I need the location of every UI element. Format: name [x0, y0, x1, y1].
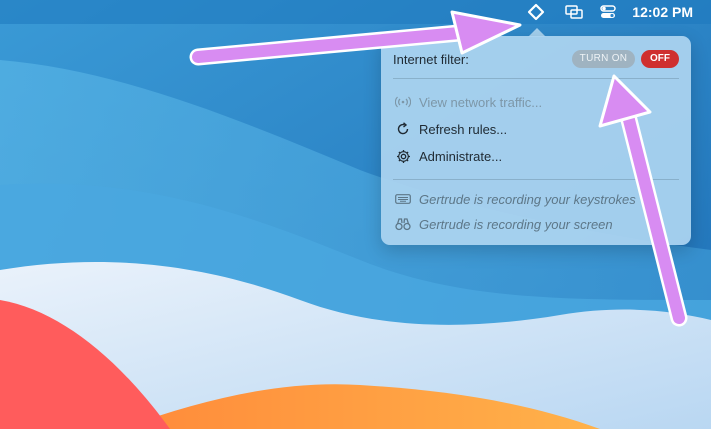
- internet-filter-label: Internet filter:: [393, 52, 469, 67]
- diamond-icon: [527, 3, 545, 21]
- menu-separator: [393, 78, 679, 79]
- gear-icon: [395, 148, 411, 164]
- keyboard-icon: [395, 191, 411, 207]
- screen-mirroring-button[interactable]: [564, 0, 584, 24]
- refresh-rules-item[interactable]: Refresh rules...: [395, 119, 507, 139]
- view-network-traffic-item[interactable]: View network traffic...: [395, 92, 542, 112]
- administrate-label: Administrate...: [419, 148, 503, 164]
- screen-mirroring-icon: [565, 5, 583, 19]
- refresh-rules-label: Refresh rules...: [419, 121, 508, 137]
- view-network-traffic-label: View network traffic...: [419, 94, 543, 110]
- screen-recording-status: Gertrude is recording your screen: [395, 214, 613, 234]
- keystroke-recording-label: Gertrude is recording your keystrokes: [419, 191, 636, 207]
- menu-separator: [393, 179, 679, 180]
- menu-bar-clock[interactable]: 12:02 PM: [632, 0, 693, 24]
- app-menu-extra-button[interactable]: [526, 0, 546, 24]
- keystroke-recording-status: Gertrude is recording your keystrokes: [395, 189, 639, 209]
- control-center-icon: [600, 5, 616, 18]
- screen-recording-label: Gertrude is recording your screen: [419, 216, 613, 232]
- administrate-item[interactable]: Administrate...: [395, 146, 502, 166]
- internet-filter-row: Internet filter: TURN ON OFF: [393, 50, 679, 68]
- off-button[interactable]: OFF: [641, 50, 679, 68]
- turn-on-button[interactable]: TURN ON: [572, 50, 635, 68]
- refresh-icon: [395, 121, 411, 137]
- binoculars-icon: [395, 216, 411, 232]
- control-center-button[interactable]: [598, 0, 618, 24]
- antenna-icon: [395, 94, 411, 110]
- app-dropdown-menu: Internet filter: TURN ON OFF View networ…: [381, 36, 691, 245]
